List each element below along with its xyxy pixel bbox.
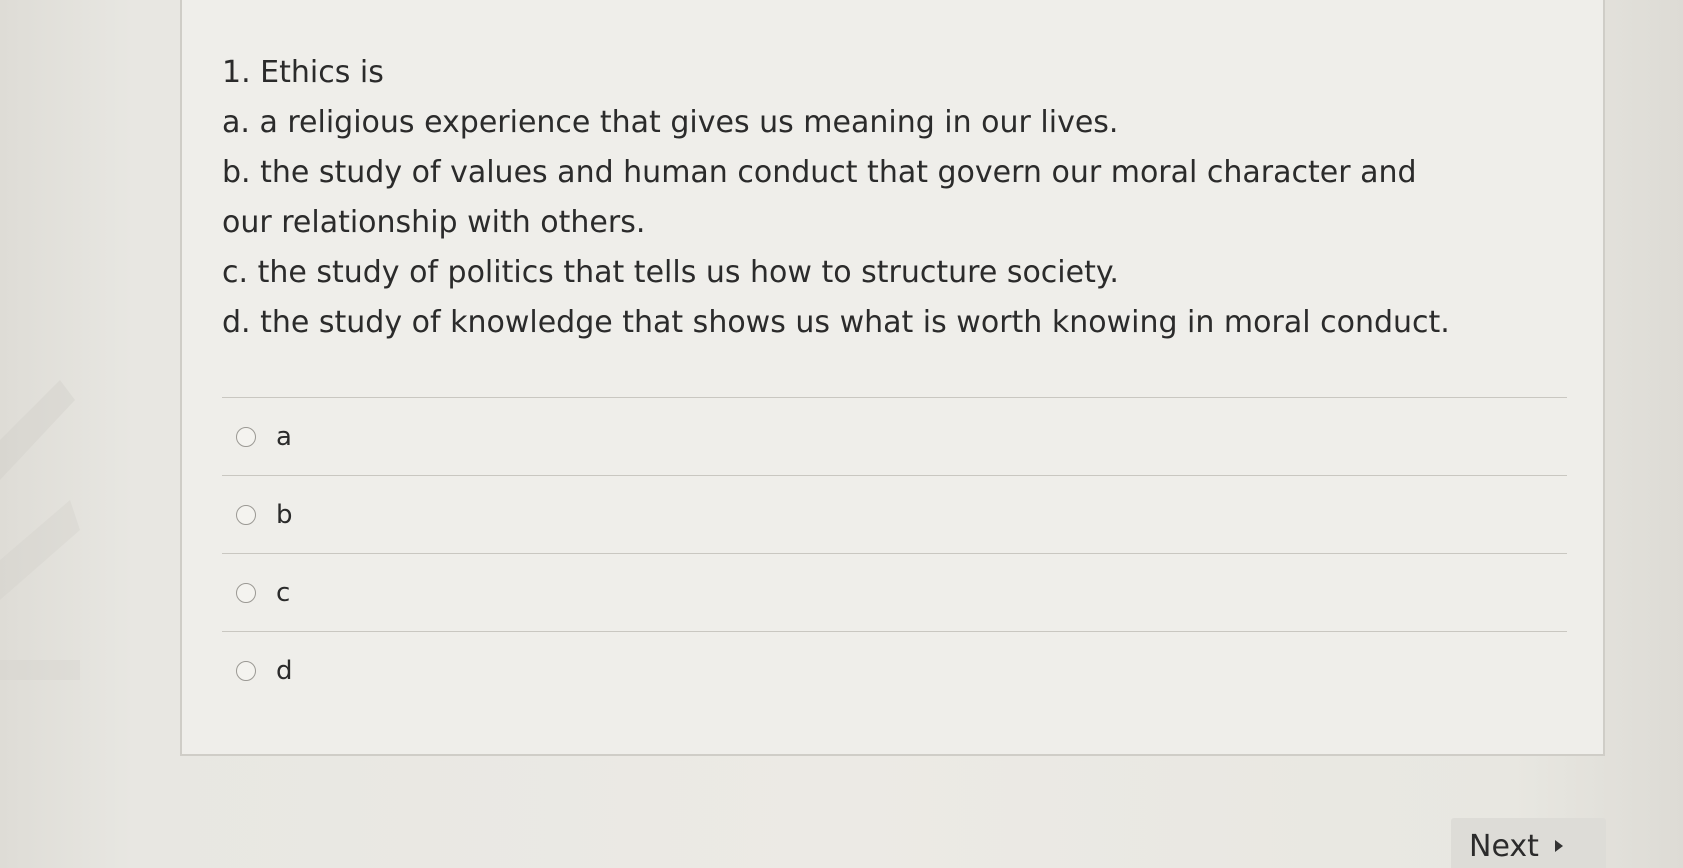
choice-text-b: b. the study of values and human conduct… bbox=[222, 155, 1417, 240]
option-b[interactable]: b bbox=[222, 475, 1567, 553]
background-decoration bbox=[0, 380, 80, 680]
option-label-b: b bbox=[276, 499, 293, 530]
question-stem: 1. Ethics is bbox=[222, 55, 384, 90]
answer-options: a b c d bbox=[222, 397, 1567, 709]
radio-button-d[interactable] bbox=[236, 660, 256, 681]
option-d[interactable]: d bbox=[222, 631, 1567, 709]
option-c[interactable]: c bbox=[222, 553, 1567, 631]
quiz-page: 1. Ethics is a. a religious experience t… bbox=[0, 0, 1683, 868]
radio-button-a[interactable] bbox=[236, 426, 256, 447]
caret-right-icon bbox=[1554, 840, 1563, 852]
next-button[interactable]: Next bbox=[1451, 818, 1606, 868]
option-a[interactable]: a bbox=[222, 397, 1567, 475]
question-card: 1. Ethics is a. a religious experience t… bbox=[180, 0, 1605, 756]
choice-text-d: d. the study of knowledge that shows us … bbox=[222, 305, 1450, 340]
choice-text-c: c. the study of politics that tells us h… bbox=[222, 255, 1119, 290]
option-label-a: a bbox=[276, 421, 292, 452]
radio-button-c[interactable] bbox=[236, 582, 256, 603]
choice-text-a: a. a religious experience that gives us … bbox=[222, 105, 1119, 140]
question-text: 1. Ethics is a. a religious experience t… bbox=[222, 48, 1462, 348]
next-button-label: Next bbox=[1469, 828, 1539, 864]
option-label-d: d bbox=[276, 655, 293, 686]
radio-button-b[interactable] bbox=[236, 504, 256, 525]
option-label-c: c bbox=[276, 577, 291, 608]
